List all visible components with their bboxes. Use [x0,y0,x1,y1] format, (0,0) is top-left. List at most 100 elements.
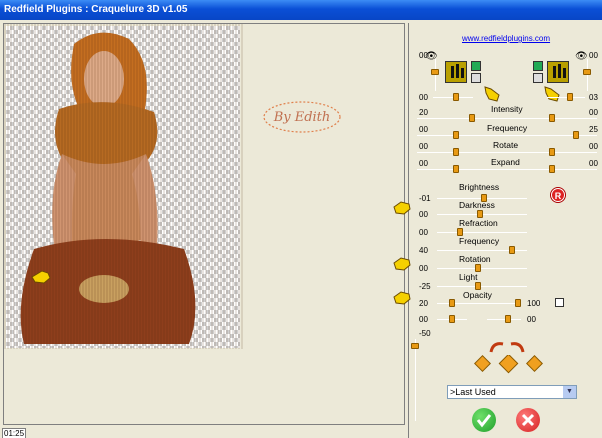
right-vertical-slider[interactable] [587,59,588,91]
opacity-right-knob[interactable] [515,299,521,307]
preset-select[interactable]: >Last Used ▼ [447,385,577,399]
right-toggle-icon[interactable] [533,61,543,71]
vertical-slider[interactable] [415,339,416,421]
svg-text:By Edith: By Edith [273,110,331,125]
light-knob[interactable] [475,282,481,290]
intensity-slider[interactable] [417,118,597,119]
control-panel: www.redfieldplugins.com 👁 👁 00 00 00 03 … [393,23,602,438]
expand-left-value: 00 [419,159,428,168]
lower-frequency-label: Frequency [459,236,500,246]
dice-buttons[interactable] [473,353,543,377]
preview-pane[interactable]: By Edith [3,23,405,425]
darkness-value: 00 [419,210,428,219]
check-icon [476,414,492,428]
opacity-left-knob[interactable] [449,299,455,307]
hand-pointer-icon [483,85,501,102]
preset-selected-value: >Last Used [450,387,496,397]
left-toggle-icon[interactable] [471,61,481,71]
intensity-left-value: 20 [419,108,428,117]
refraction-value: 00 [419,228,428,237]
hand-pointer-icon [393,201,411,215]
light-slider[interactable] [437,286,527,287]
frequency-left-value: 00 [419,125,428,134]
frequency-left-knob[interactable] [453,131,459,139]
expand-left-knob[interactable] [453,165,459,173]
intensity-right-value: 00 [589,108,598,117]
dice-icon [526,355,543,372]
refraction-knob[interactable] [457,228,463,236]
preview-image: By Edith [4,24,341,349]
lower-frequency-value: 40 [419,246,428,255]
intensity-label: Intensity [491,104,523,114]
left-vertical-knob[interactable] [431,69,439,75]
left-grid-icon[interactable] [471,73,481,83]
intensity-left-knob[interactable] [469,114,475,122]
rotate-slider[interactable] [417,152,597,153]
rotation-knob[interactable] [475,264,481,272]
rotate-right-value: 00 [589,142,598,151]
undo-arrows-icon[interactable] [487,338,527,356]
dice-icon [474,355,491,372]
darkness-knob[interactable] [477,210,483,218]
frequency-slider[interactable] [417,135,597,136]
expand-right-knob[interactable] [549,165,555,173]
hand-pointer-icon [393,291,411,305]
refraction-label: Refraction [459,218,498,228]
right-mid-slider[interactable] [547,97,585,98]
plugin-window: Redfield Plugins : Craquelure 3D v1.05 B… [0,0,602,438]
watermark: By Edith [263,101,341,133]
lower-frequency-knob[interactable] [509,246,515,254]
vertical-slider-knob[interactable] [411,343,419,349]
ok-button[interactable] [472,408,496,432]
opacity-checkbox[interactable] [555,298,564,307]
light-label: Light [459,272,478,282]
opacity-right-value: 100 [527,299,541,308]
website-link[interactable]: www.redfieldplugins.com [462,34,550,43]
close-icon [521,413,535,427]
right-vertical-knob[interactable] [583,69,591,75]
left-mid-knob[interactable] [453,93,459,101]
opacity-value: 20 [419,299,428,308]
rotation-label: Rotation [459,254,491,264]
light-value: -25 [419,282,431,291]
rotate-right-knob[interactable] [549,148,555,156]
left-top-value: 00 [419,51,428,60]
refraction-slider[interactable] [437,232,527,233]
right-top-value: 00 [589,51,598,60]
intensity-right-knob[interactable] [549,114,555,122]
rotation-value: 00 [419,264,428,273]
frequency-label: Frequency [487,123,528,133]
frequency-right-knob[interactable] [573,131,579,139]
right-grid-icon[interactable] [533,73,543,83]
window-title: Redfield Plugins : Craquelure 3D v1.05 [0,0,602,20]
brightness-value: -01 [419,194,431,203]
chevron-down-icon[interactable]: ▼ [563,386,576,398]
right-texture-swatch[interactable] [547,61,569,83]
last-row-right-value: 00 [527,315,536,324]
eye-icon[interactable]: 👁 [575,51,588,62]
rotation-slider[interactable] [437,268,527,269]
left-mid-value: 00 [419,93,428,102]
right-mid-value: 03 [589,93,598,102]
left-vertical-slider[interactable] [435,59,436,91]
random-r-icon[interactable]: R [551,188,565,202]
last-row-left-knob[interactable] [449,315,455,323]
expand-slider[interactable] [417,169,597,170]
cancel-button[interactable] [516,408,540,432]
hand-pointer-icon [393,257,411,271]
last-row-right-knob[interactable] [505,315,511,323]
rotate-left-knob[interactable] [453,148,459,156]
frequency-right-value: 25 [589,125,598,134]
rotate-left-value: 00 [419,142,428,151]
last-row-right-slider[interactable] [487,319,521,320]
expand-right-value: 00 [589,159,598,168]
brightness-label: Brightness [459,182,500,192]
opacity-label: Opacity [463,290,492,300]
darkness-label: Darkness [459,200,495,210]
expand-label: Expand [491,157,520,167]
last-row-left-value: 00 [419,315,428,324]
left-texture-swatch[interactable] [445,61,467,83]
right-mid-knob[interactable] [567,93,573,101]
zoom-level: 01:25 [2,428,27,438]
rotate-label: Rotate [493,140,519,150]
